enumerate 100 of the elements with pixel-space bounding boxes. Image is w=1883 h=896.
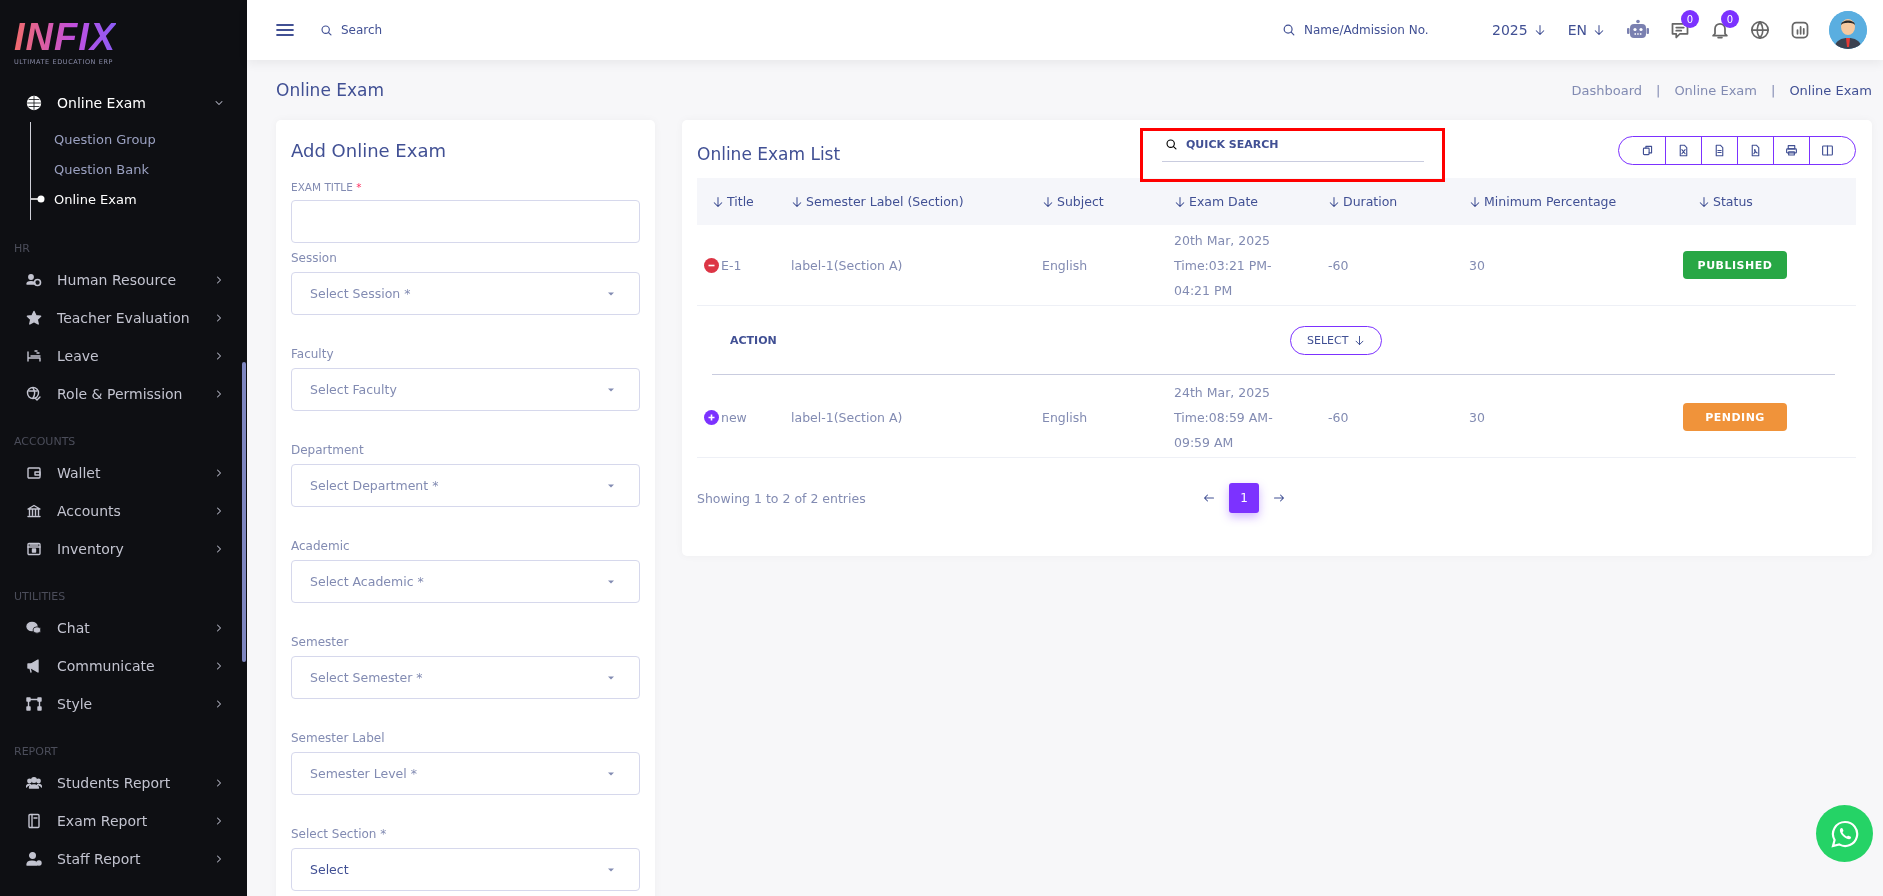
table-cell-text: 30 [1468, 409, 1485, 425]
table-cell-text: -60 [1327, 257, 1349, 273]
pdf-file-icon [1749, 144, 1762, 157]
section-heading: REPORT [14, 745, 58, 758]
chat-phone-icon [1829, 818, 1860, 849]
arrow-down-icon [1042, 195, 1054, 208]
sidebar-item[interactable]: Staff Report [0, 840, 247, 878]
print-icon [1785, 144, 1798, 157]
expand-button[interactable] [704, 409, 719, 425]
megaphone-icon [26, 658, 42, 674]
search-field[interactable]: Search [339, 22, 543, 38]
collapse-button[interactable] [704, 257, 719, 273]
submenu-item[interactable]: Online Exam [31, 184, 247, 214]
arrow-down-icon [712, 195, 724, 208]
field-label: Session [291, 251, 337, 265]
sidebar-item[interactable]: Students Report [0, 764, 247, 802]
chat-icon [26, 620, 42, 636]
arrow-right-icon [1273, 492, 1285, 504]
table-cell-text: -60 [1327, 409, 1349, 425]
count-badge: 0 [1681, 10, 1699, 28]
sidebar-item[interactable]: Teacher Evaluation [0, 299, 247, 337]
section-heading: HR [14, 242, 30, 255]
users-gear-icon [26, 272, 42, 288]
breadcrumb-link[interactable]: Online Exam [1789, 82, 1872, 98]
sidebar-item[interactable]: Wallet [0, 454, 247, 492]
sidebar-item[interactable]: Chat [0, 609, 247, 647]
section-heading: UTILITIES [14, 590, 66, 603]
sidebar-item[interactable]: Style [0, 685, 247, 723]
column-header[interactable]: Duration [1313, 194, 1398, 209]
column-header[interactable]: Status [1683, 194, 1753, 209]
input-field[interactable] [291, 200, 640, 243]
language-dropdown[interactable]: EN [1561, 22, 1611, 38]
sidebar-item[interactable]: Communicate [0, 647, 247, 685]
star-icon [26, 310, 42, 326]
page-button[interactable]: 1 [1229, 483, 1259, 513]
bed-icon [26, 348, 42, 364]
nodes-icon [26, 696, 42, 712]
select-button[interactable]: SELECT [1290, 325, 1383, 355]
field-label: Department [291, 443, 364, 457]
sidebar-item[interactable]: Role & Permission [0, 375, 247, 413]
menu-icon [276, 21, 294, 39]
active-dot-icon [31, 195, 45, 203]
table-cell-text: 24th Mar, 2025 Time:08:59 AM- 09:59 AM [1173, 383, 1273, 452]
field-label: EXAM TITLE * [291, 181, 362, 193]
table-cell-text: 20th Mar, 2025 Time:03:21 PM- 04:21 PM [1173, 231, 1272, 300]
section-heading: ACCOUNTS [14, 435, 76, 448]
table-cell-text: label-1(Section A) [790, 257, 903, 273]
sidebar-item[interactable]: Leave [0, 337, 247, 375]
spreadsheet-file-icon [1677, 144, 1690, 157]
quick-search-field[interactable]: QUICK SEARCH [1184, 137, 1408, 152]
select-field[interactable]: Select [291, 848, 640, 891]
sidebar-item[interactable]: Exam Report [0, 802, 247, 840]
globe-hand-icon [26, 386, 42, 402]
column-header[interactable]: Subject [1027, 194, 1104, 209]
sidebar-item[interactable]: Online Exam [0, 84, 247, 122]
search-icon [320, 23, 333, 37]
sidebar-item[interactable]: Inventory [0, 530, 247, 568]
globe-icon [1750, 20, 1770, 40]
previous-page-button[interactable] [1203, 492, 1215, 504]
page-title: Online Exam [276, 80, 385, 100]
table-cell-text: English [1041, 257, 1088, 273]
avatar[interactable] [1829, 11, 1867, 49]
arrow-down-icon [1174, 195, 1186, 208]
field-label: Faculty [291, 347, 334, 361]
student-search-field[interactable]: Name/Admission No. [1302, 22, 1477, 38]
submenu-item[interactable]: Question Bank [31, 154, 247, 184]
table-cell-text: label-1(Section A) [790, 409, 903, 425]
select-field[interactable]: Select Academic * [291, 560, 640, 603]
arrow-down-icon [1328, 195, 1340, 208]
table-cell: new [721, 409, 747, 425]
table-cell-text: English [1041, 409, 1088, 425]
entries-info: Showing 1 to 2 of 2 entries [697, 490, 867, 506]
year-dropdown[interactable]: 2025 [1486, 22, 1552, 38]
sidebar-item[interactable]: Human Resource [0, 261, 247, 299]
copy-icon [1640, 144, 1654, 157]
status-badge: PUBLISHED [1683, 251, 1787, 279]
columns-icon [1821, 144, 1834, 157]
document-icon [1713, 144, 1726, 157]
bank-icon [26, 503, 42, 519]
list-title: Online Exam List [697, 144, 841, 164]
menu-button[interactable] [276, 21, 294, 39]
breadcrumb-separator: | [1656, 82, 1661, 98]
field-label: Select Section * [291, 827, 387, 841]
status-badge: PENDING [1683, 403, 1787, 431]
table-cell-text: 30 [1468, 257, 1485, 273]
scrollbar-thumb[interactable] [242, 362, 246, 662]
next-page-button[interactable] [1273, 492, 1285, 504]
arrow-left-icon [1203, 492, 1215, 504]
wallet-icon [26, 465, 42, 481]
arrow-down-icon [1533, 24, 1546, 36]
sidebar-item[interactable]: Accounts [0, 492, 247, 530]
field-label: Semester Label [291, 731, 385, 745]
form-title: Add Online Exam [291, 140, 447, 161]
arrow-down-icon [1593, 24, 1605, 36]
breadcrumb-separator: | [1771, 82, 1776, 98]
globe-icon [26, 95, 42, 111]
arrow-down-icon [1698, 195, 1710, 208]
submenu-item[interactable]: Question Group [31, 124, 247, 154]
count-badge: 0 [1721, 10, 1739, 28]
user-tag-icon [26, 851, 42, 867]
